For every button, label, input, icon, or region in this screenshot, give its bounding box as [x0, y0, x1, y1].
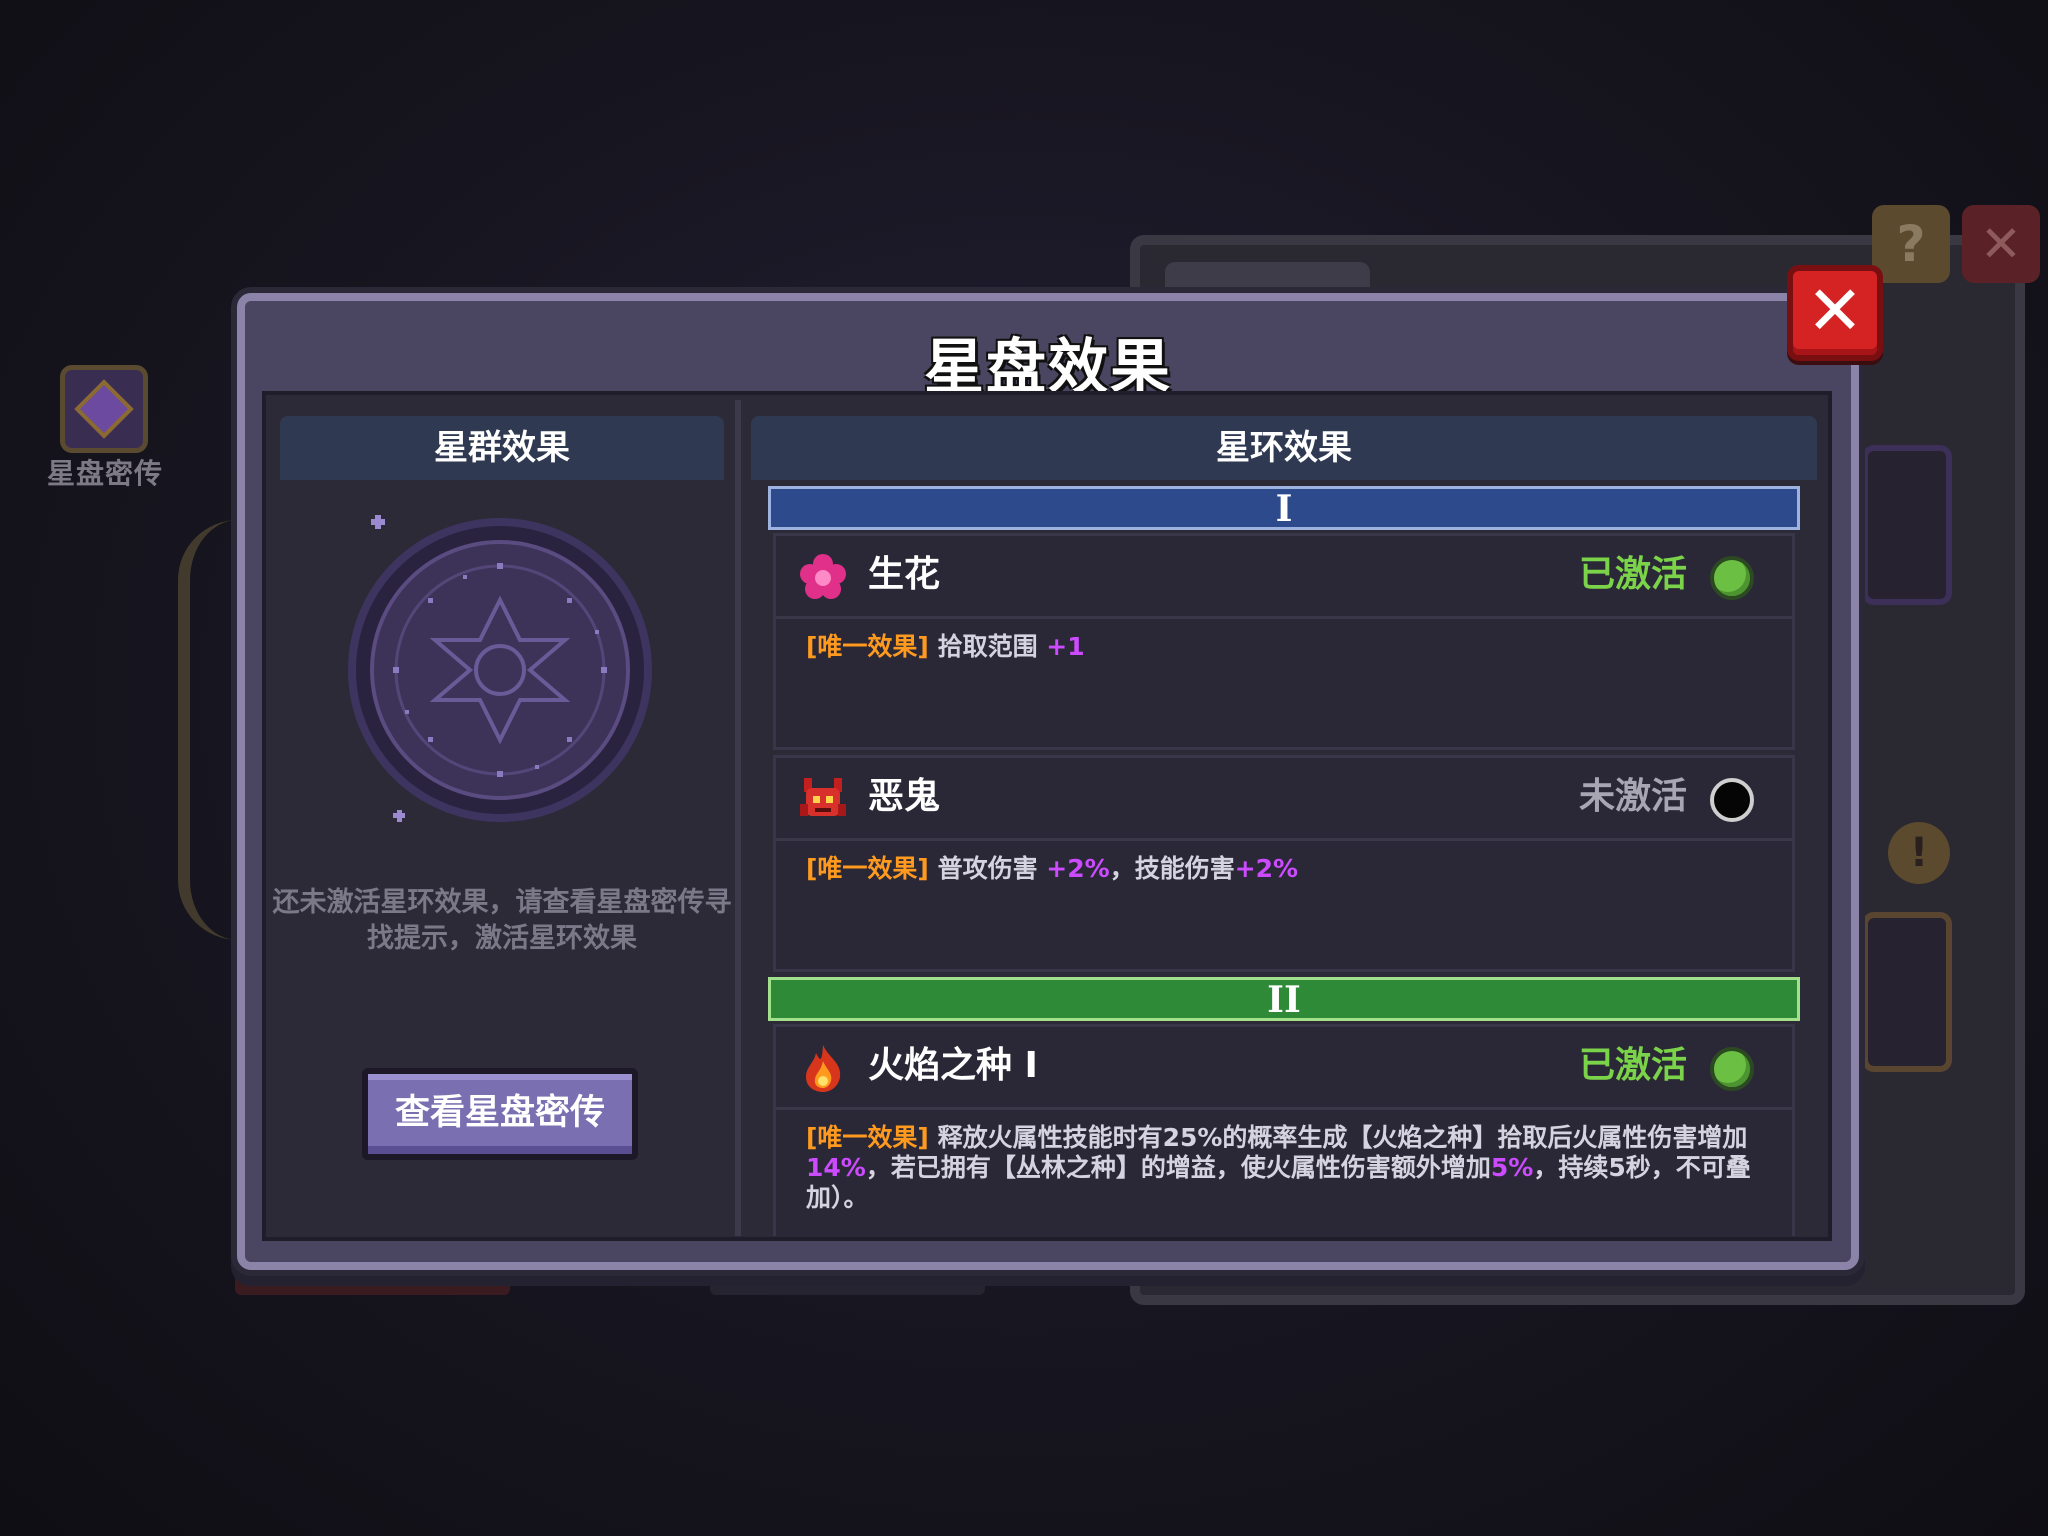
desc-value: 14% — [806, 1153, 866, 1182]
effect-card-header: 生花 已激活 — [776, 536, 1792, 619]
effect-card-fire-seed: 火焰之种 I 已激活 [唯一效果] 释放火属性技能时有25%的概率生成【火焰之种… — [773, 1024, 1795, 1236]
help-button: ? — [1872, 205, 1950, 283]
effect-card-bloom: 生花 已激活 [唯一效果] 拾取范围 +1 — [773, 533, 1795, 750]
star-chart-lore-icon — [60, 365, 148, 453]
tier-1-bar: I — [768, 486, 1800, 530]
effect-name: 生花 — [868, 554, 941, 595]
effect-status: 已激活 — [1578, 1045, 1687, 1086]
inactive-indicator-icon — [1710, 778, 1754, 822]
effect-card-header: 火焰之种 I 已激活 — [776, 1027, 1792, 1110]
red-demon-icon — [800, 778, 846, 816]
effect-name: 恶鬼 — [868, 776, 941, 817]
background-slot — [1862, 445, 1952, 605]
desc-value: +2% — [1046, 854, 1110, 883]
star-chart-disc-icon — [348, 515, 652, 822]
tier-2-bar: II — [768, 977, 1800, 1021]
activation-hint-text: 还未激活星环效果，请查看星盘密传寻找提示，激活星环效果 — [272, 887, 732, 954]
effect-status: 已激活 — [1578, 554, 1687, 595]
effect-description: [唯一效果] 普攻伤害 +2%，技能伤害+2% — [806, 854, 1762, 884]
effect-description: [唯一效果] 释放火属性技能时有25%的概率生成【火焰之种】拾取后火属性伤害增加… — [806, 1123, 1762, 1213]
unique-effect-tag: [唯一效果] — [806, 632, 938, 661]
fire-seed-icon — [806, 1045, 841, 1092]
effect-card-demon: 恶鬼 未激活 [唯一效果] 普攻伤害 +2%，技能伤害+2% — [773, 755, 1795, 972]
view-star-chart-lore-button[interactable]: 查看星盘密传 — [362, 1068, 638, 1160]
desc-text: ，若已拥有【丛林之种】的增益，使火属性伤害额外增加 — [865, 1153, 1491, 1182]
constellation-effects-header: 星群效果 — [280, 416, 724, 480]
effect-card-header: 恶鬼 未激活 — [776, 758, 1792, 841]
star-ring-effects-header: 星环效果 — [751, 416, 1817, 480]
star-chart-lore-label: 星盘密传 — [46, 457, 163, 490]
desc-text: 普攻伤害 — [937, 854, 1047, 883]
background-close-button: ✕ — [1962, 205, 2040, 283]
background-slot — [1862, 912, 1952, 1072]
pink-flower-icon — [800, 554, 846, 599]
effect-name: 火焰之种 I — [868, 1045, 1038, 1086]
unique-effect-tag: [唯一效果] — [806, 1123, 938, 1152]
unique-effect-tag: [唯一效果] — [806, 854, 938, 883]
effect-description: [唯一效果] 拾取范围 +1 — [806, 632, 1762, 662]
active-indicator-icon — [1710, 556, 1754, 600]
desc-value: +2% — [1234, 854, 1299, 883]
effect-status: 未激活 — [1578, 776, 1687, 817]
desc-text: 释放火属性技能时有25%的概率生成【火焰之种】拾取后火属性伤害增加 — [937, 1123, 1748, 1152]
desc-value: +1 — [1046, 632, 1085, 661]
active-indicator-icon — [1710, 1047, 1754, 1091]
desc-value: 5% — [1490, 1153, 1534, 1182]
desc-text: ，技能伤害 — [1109, 854, 1235, 883]
close-button[interactable]: ✕ — [1787, 265, 1883, 361]
column-divider — [735, 400, 741, 1236]
warning-icon: ! — [1888, 822, 1950, 884]
desc-text: 拾取范围 — [937, 632, 1047, 661]
